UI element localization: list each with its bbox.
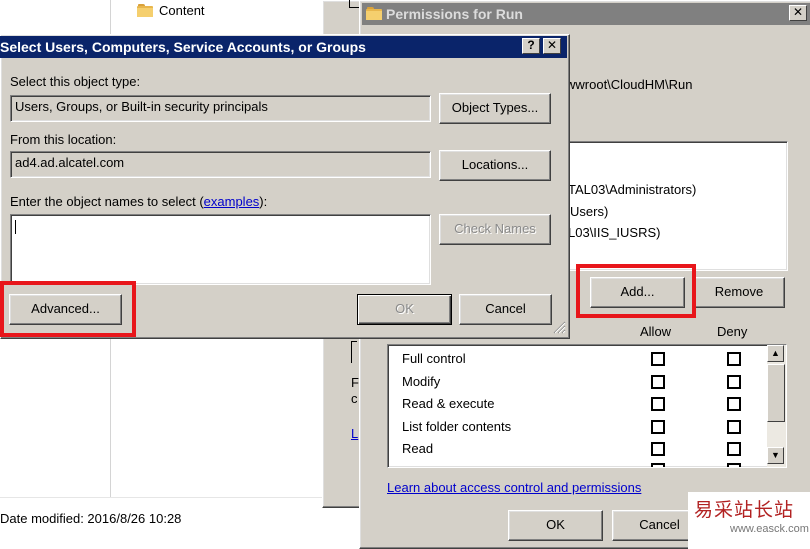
watermark: 易采站长站 www.easck.com [688,492,810,549]
principal-entry[interactable]: L03\IIS_IUSRS) [568,225,661,240]
add-highlight [576,264,696,318]
help-icon[interactable]: ? [522,38,540,54]
explorer-status-date: Date modified: 2016/8/26 10:28 [0,511,182,526]
advanced-highlight [0,281,136,337]
deny-column-header: Deny [717,324,748,339]
deny-checkbox[interactable] [727,375,741,389]
object-names-label-prefix: Enter the object names to select ( [10,194,204,209]
object-type-field: Users, Groups, or Built-in security prin… [10,95,431,122]
permissions-rows: Full control Modify Read & execute List … [388,345,766,467]
deny-checkbox[interactable] [727,420,741,434]
select-users-titlebar[interactable]: Select Users, Computers, Service Account… [0,36,567,58]
location-field: ad4.ad.alcatel.com [10,151,431,178]
permission-name: Read & execute [402,396,495,411]
deny-checkbox[interactable] [727,442,741,456]
hidden-fragment[interactable]: L [351,426,358,441]
hidden-input-fragment [351,341,357,363]
examples-link[interactable]: examples [204,194,260,209]
folder-label: Content [159,2,205,18]
allow-checkbox[interactable] [651,463,665,467]
permission-name: Full control [402,351,466,366]
location-label: From this location: [10,132,117,147]
object-names-label-suffix: ): [259,194,268,209]
watermark-text: 易采站长站 [694,499,795,521]
explorer-details-divider [0,497,358,498]
allow-column-header: Allow [640,324,672,339]
permission-name: List folder contents [402,419,512,434]
text-cursor [15,220,16,234]
close-icon[interactable]: ✕ [789,5,807,21]
permissions-title: Permissions for Run [386,6,523,22]
object-path: wwroot\CloudHM\Run [566,77,693,92]
scroll-up-icon[interactable]: ▲ [767,345,784,362]
remove-button[interactable]: Remove [693,277,785,308]
permission-name: Read [402,441,434,456]
allow-checkbox[interactable] [651,352,665,366]
watermark-url: www.easck.com [730,523,809,535]
allow-checkbox[interactable] [651,375,665,389]
deny-checkbox[interactable] [727,352,741,366]
select-cancel-button[interactable]: Cancel [459,294,552,325]
object-types-button[interactable]: Object Types... [439,93,551,124]
principal-entry[interactable]: Users) [570,204,608,219]
scroll-down-icon[interactable]: ▼ [767,447,784,464]
permissions-ok-button[interactable]: OK [508,510,603,541]
explorer-folder-item[interactable]: Content [137,1,205,19]
select-ok-button[interactable]: OK [357,294,452,325]
object-names-input[interactable] [10,214,431,285]
check-names-button[interactable]: Check Names [439,214,551,245]
hidden-fragment: c [351,391,358,406]
principal-entry[interactable]: TAL03\Administrators) [568,182,696,197]
permission-name: Modify [402,374,441,389]
folder-icon [137,3,153,17]
learn-permissions-link[interactable]: Learn about access control and permissio… [387,480,641,495]
allow-checkbox[interactable] [651,442,665,456]
resize-grip-glyph [553,321,566,334]
object-names-label: Enter the object names to select (exampl… [10,194,267,209]
scroll-thumb[interactable] [767,364,785,422]
allow-checkbox[interactable] [651,397,665,411]
allow-checkbox[interactable] [651,420,665,434]
folder-icon [366,7,382,20]
resize-grip-icon[interactable] [552,320,566,334]
object-type-label: Select this object type: [10,74,141,89]
select-users-title: Select Users, Computers, Service Account… [0,39,366,55]
close-icon[interactable]: ✕ [543,38,561,54]
locations-button[interactable]: Locations... [439,150,551,181]
permissions-titlebar[interactable]: Permissions for Run ✕ [362,3,810,25]
hidden-fragment: F [351,375,359,390]
deny-checkbox[interactable] [727,463,741,467]
properties-window-fragment [349,0,359,8]
deny-checkbox[interactable] [727,397,741,411]
